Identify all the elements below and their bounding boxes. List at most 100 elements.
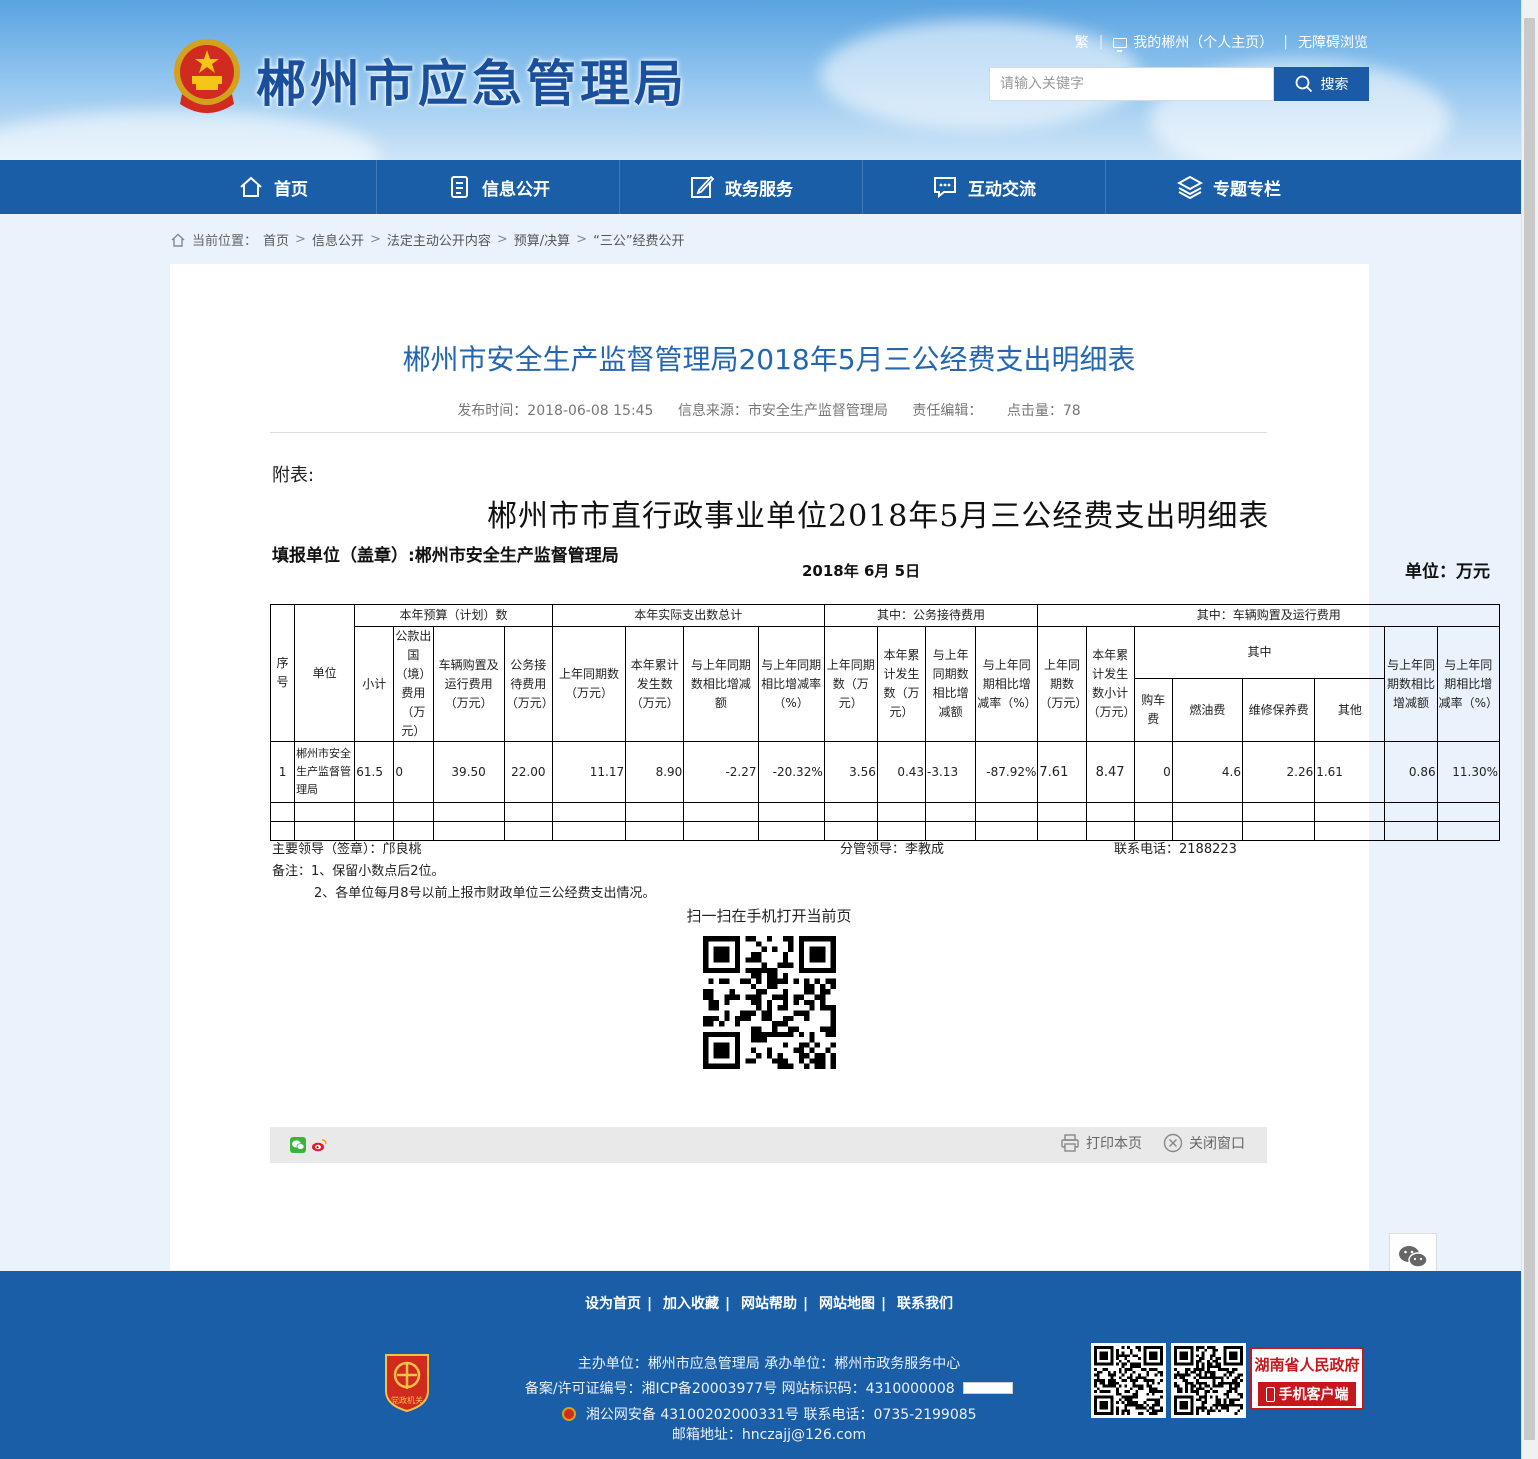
header-reception-budget: 公务接待费用（万元） <box>503 626 553 742</box>
breadcrumb-info[interactable]: 信息公开 <box>312 230 364 249</box>
note-2: 2、各单位每月8号以前上报市财政单位三公经费支出情况。 <box>314 886 656 901</box>
divider <box>270 432 1267 433</box>
scrollbar-thumb[interactable] <box>1524 18 1535 1440</box>
my-chenzhou-link[interactable]: 我的郴州（个人主页） <box>1113 32 1273 52</box>
header-rate: 与上年同期相比增减率（%） <box>757 626 825 742</box>
nav-label: 首页 <box>274 179 308 200</box>
table-row: 1 郴州市安全生产监督管理局 61.5 0 39.50 22.00 11.17 … <box>269 741 1501 803</box>
breadcrumb-budget[interactable]: 预算/决算 <box>514 230 570 249</box>
header-r-rate: 与上年同期相比增减率（%） <box>975 626 1039 742</box>
header-cumulative: 本年累计发生数（万元） <box>625 626 685 742</box>
header-subtotal: 小计 <box>354 626 395 742</box>
layers-icon <box>1177 175 1203 200</box>
wechat-share-icon[interactable] <box>290 1137 306 1153</box>
nav-item-info[interactable]: 信息公开 <box>377 160 620 214</box>
footer-link-help[interactable]: 网站帮助 <box>741 1296 797 1312</box>
publish-time: 发布时间：2018-06-08 15:45 <box>457 403 654 419</box>
header-abroad: 公款出国（境）费用（万元） <box>393 626 434 742</box>
footer-link-favorite[interactable]: 加入收藏 <box>663 1296 719 1312</box>
nav-item-topics[interactable]: 专题专栏 <box>1106 160 1352 214</box>
editor: 责任编辑： <box>912 403 983 419</box>
home-icon <box>171 233 185 247</box>
footer-link-contact[interactable]: 联系我们 <box>897 1296 953 1312</box>
cell-last-year: 11.17 <box>551 741 627 803</box>
breadcrumb-three-public[interactable]: “三公”经费公开 <box>593 230 684 249</box>
close-label: 关闭窗口 <box>1189 1136 1245 1152</box>
fees-table: 序号 单位 本年预算（计划）数 本年实际支出数总计 其中：公务接待费用 其中：车… <box>269 604 1501 841</box>
header-v-last: 上年同期数（万元） <box>1037 626 1087 742</box>
cell-r-last: 3.56 <box>823 741 878 803</box>
cell-v-other: 1.61 <box>1314 741 1386 803</box>
header-r-cum: 本年累计发生数（万元） <box>876 626 927 742</box>
print-page-button[interactable]: 打印本页 <box>1060 1133 1142 1153</box>
weibo-share-icon[interactable] <box>311 1137 327 1153</box>
header-v-rate: 与上年同期相比增减率（%） <box>1436 626 1501 742</box>
header-reception-group: 其中：公务接待费用 <box>823 604 1039 627</box>
cell-v-rate: 11.30% <box>1436 741 1501 803</box>
police-badge-icon <box>562 1407 577 1421</box>
cnzz-stats-icon[interactable] <box>963 1382 1014 1394</box>
cell-v-cum: 8.47 <box>1085 741 1135 803</box>
close-window-button[interactable]: 关闭窗口 <box>1163 1133 1245 1153</box>
cell-v-purchase: 0 <box>1133 741 1173 803</box>
cell-reception-budget: 22.00 <box>503 741 553 803</box>
qr-caption: 扫一扫在手机打开当前页 <box>686 907 852 925</box>
nav-label: 互动交流 <box>968 179 1036 200</box>
breadcrumb: 当前位置： 首页 > 信息公开 > 法定主动公开内容 > 预算/决算 > “三公”经费公… <box>170 230 685 249</box>
gov-badge-line2-text: 手机客户端 <box>1278 1387 1349 1403</box>
table-title: 郴州市市直行政事业单位2018年5月三公经费支出明细表 <box>487 499 1270 534</box>
cell-v-diff: 0.86 <box>1384 741 1438 803</box>
nav-item-services[interactable]: 政务服务 <box>620 160 863 214</box>
cell-v-last: 7.61 <box>1037 741 1087 803</box>
cell-r-rate: -87.92% <box>975 741 1039 803</box>
header-vehicle-group: 其中：车辆购置及运行费用 <box>1037 604 1500 627</box>
footer-qr-code-1 <box>1091 1343 1166 1418</box>
header-v-cum: 本年累计发生数小计（万元） <box>1085 626 1135 742</box>
search-button[interactable]: 搜索 <box>1274 67 1369 101</box>
contact-phone: 联系电话：2188223 <box>1114 842 1237 857</box>
qr-code-icon <box>1174 1346 1243 1415</box>
nav-label: 专题专栏 <box>1213 179 1281 200</box>
search-button-label: 搜索 <box>1320 77 1349 93</box>
footer-qr-code-2 <box>1171 1343 1246 1418</box>
footer-link-sitemap[interactable]: 网站地图 <box>819 1296 875 1312</box>
main-nav: 首页 信息公开 政务服务 互动交流 专题专栏 <box>0 160 1538 214</box>
cell-v-repair: 2.26 <box>1241 741 1316 803</box>
national-emblem-icon <box>174 39 240 113</box>
footer-links: 设为首页 | 加入收藏 | 网站帮助 | 网站地图 | 联系我们 <box>585 1296 953 1312</box>
note-1: 备注：1、保留小数点后2位。 <box>272 864 445 879</box>
wechat-icon <box>1399 1246 1428 1268</box>
header-v-fuel: 燃油费 <box>1171 678 1244 742</box>
gov-badge-line1: 湖南省人民政府 <box>1254 1356 1360 1374</box>
reporting-unit: 填报单位（盖章）:郴州市安全生产监督管理局 <box>272 546 619 566</box>
cloud-decoration <box>0 110 380 160</box>
site-header: 郴州市应急管理局 繁 | 我的郴州（个人主页） | 无障碍浏览 搜索 <box>0 0 1538 160</box>
cell-rate: -20.32% <box>757 741 825 803</box>
cell-subtotal: 61.5 <box>354 741 395 803</box>
phone-icon <box>1265 1386 1275 1402</box>
breadcrumb-statutory[interactable]: 法定主动公开内容 <box>387 230 491 249</box>
top-links: 繁 | 我的郴州（个人主页） | 无障碍浏览 <box>1074 32 1368 52</box>
breadcrumb-home[interactable]: 首页 <box>263 230 289 249</box>
article-meta: 发布时间：2018-06-08 15:45 信息来源：市安全生产监督管理局 责任… <box>0 400 1538 420</box>
deputy-signature: 分管领导：李教成 <box>840 842 945 857</box>
click-count: 点击量：78 <box>1006 403 1081 419</box>
footer-icp-text: 备案/许可证编号：湘ICP备20003977号 网站标识码：4310000008 <box>524 1381 955 1397</box>
nav-item-home[interactable]: 首页 <box>170 160 377 214</box>
header-v-purchase: 购车费 <box>1133 678 1173 742</box>
monitor-icon <box>1113 38 1128 52</box>
close-icon <box>1163 1133 1183 1153</box>
footer-link-set-home[interactable]: 设为首页 <box>585 1296 641 1312</box>
cell-vehicle-budget: 39.50 <box>432 741 505 803</box>
footer-email: 邮箱地址：hnczajj@126.com <box>671 1427 867 1443</box>
nav-item-interaction[interactable]: 互动交流 <box>863 160 1106 214</box>
page-qr-code <box>703 936 836 1069</box>
header-r-diff: 与上年同期数相比增减额 <box>925 626 977 742</box>
leader-signature: 主要领导（签章）：邝良桃 <box>272 842 422 857</box>
unit-label: 单位：万元 <box>1405 562 1490 582</box>
search-input[interactable] <box>989 67 1274 101</box>
hunan-gov-app-badge[interactable]: 湖南省人民政府 手机客户端 <box>1250 1347 1364 1410</box>
header-budget-group: 本年预算（计划）数 <box>354 604 553 627</box>
accessible-browse-link[interactable]: 无障碍浏览 <box>1298 32 1368 52</box>
traditional-chinese-link[interactable]: 繁 <box>1075 32 1089 52</box>
